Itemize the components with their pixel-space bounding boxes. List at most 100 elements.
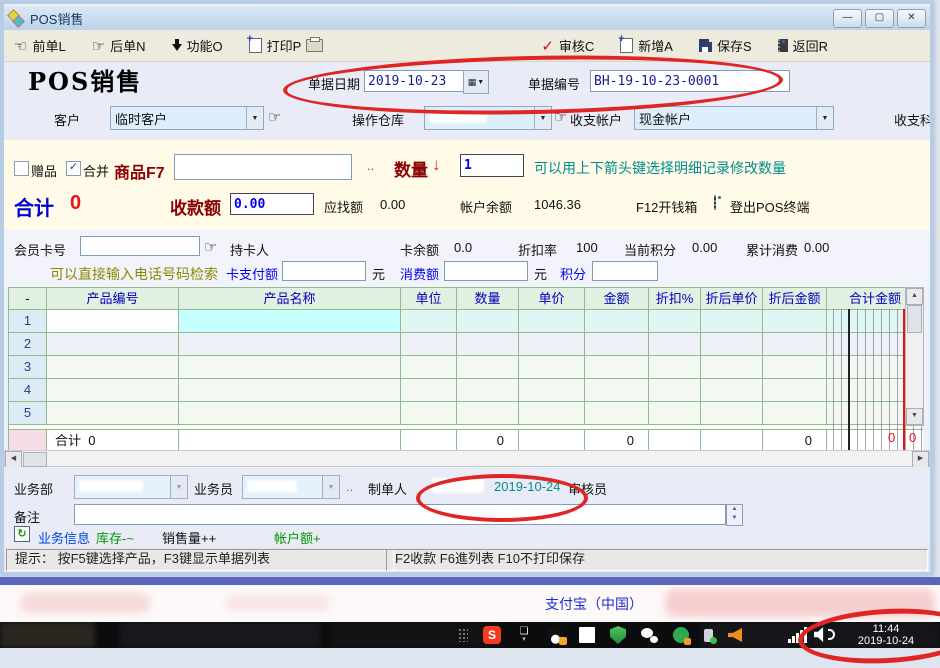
cell-disc-price[interactable] bbox=[701, 379, 763, 402]
warehouse-picker-hand-icon[interactable]: ☞ bbox=[554, 108, 567, 126]
spinner-down-icon[interactable]: ▼ bbox=[732, 515, 738, 521]
alipay-window-title[interactable]: 支付宝（中国） bbox=[545, 594, 643, 614]
chevron-down-icon[interactable]: ▼ bbox=[170, 476, 187, 498]
cell-unit[interactable] bbox=[401, 310, 457, 333]
chevron-down-icon[interactable]: ▼ bbox=[534, 107, 551, 129]
taskbar[interactable]: S ❏▾ 11:44 2019-10-24 bbox=[0, 622, 940, 648]
cell-unit[interactable] bbox=[401, 379, 457, 402]
calendar-dropdown-button[interactable]: ▦▼ bbox=[463, 70, 489, 94]
account-combo[interactable]: 现金帐户 ▼ bbox=[634, 106, 834, 130]
col-header-disc-amount[interactable]: 折后金额 bbox=[763, 288, 827, 310]
table-row[interactable]: 1 bbox=[9, 310, 923, 333]
sogou-input-icon[interactable]: S bbox=[483, 626, 501, 644]
cell-unit[interactable] bbox=[401, 356, 457, 379]
cell-qty[interactable] bbox=[457, 310, 519, 333]
cell-product-no[interactable] bbox=[47, 356, 179, 379]
cell-unit[interactable] bbox=[401, 333, 457, 356]
card-pay-input[interactable] bbox=[282, 261, 366, 281]
save-button[interactable]: 保存S bbox=[699, 36, 752, 55]
title-bar[interactable]: POS销售 — ▢ ✕ bbox=[4, 6, 930, 30]
close-button[interactable]: ✕ bbox=[897, 9, 926, 28]
salesman-combo[interactable]: ▼ bbox=[242, 475, 340, 499]
table-row[interactable]: 5 bbox=[9, 402, 923, 425]
orange-speaker-icon[interactable] bbox=[728, 628, 742, 642]
cell-disc-price[interactable] bbox=[701, 310, 763, 333]
dept-combo[interactable]: ▼ bbox=[74, 475, 188, 499]
col-header-disc-price[interactable]: 折后单价 bbox=[701, 288, 763, 310]
cell-product-no[interactable] bbox=[47, 333, 179, 356]
antivirus-lock-icon[interactable] bbox=[673, 627, 689, 643]
table-vertical-scrollbar[interactable]: ▲ ▼ bbox=[905, 287, 924, 426]
doc-date-input[interactable] bbox=[364, 70, 464, 92]
col-header-discount[interactable]: 折扣% bbox=[649, 288, 701, 310]
scroll-left-button[interactable]: ◀ bbox=[5, 451, 22, 468]
salesman-more-dots[interactable]: .. bbox=[346, 479, 353, 494]
cell-discount[interactable] bbox=[649, 310, 701, 333]
member-card-input[interactable] bbox=[80, 236, 200, 256]
cell-disc-amount[interactable] bbox=[763, 356, 827, 379]
cell-disc-amount[interactable] bbox=[763, 402, 827, 425]
network-signal-icon[interactable] bbox=[788, 627, 810, 643]
chevron-down-icon[interactable]: ▼ bbox=[246, 107, 263, 129]
table-row[interactable]: 3 bbox=[9, 356, 923, 379]
cell-product-no[interactable] bbox=[47, 310, 179, 333]
col-header-qty[interactable]: 数量 bbox=[457, 288, 519, 310]
functions-button[interactable]: 功能O bbox=[172, 36, 223, 55]
cell-disc-amount[interactable] bbox=[763, 379, 827, 402]
table-row[interactable]: 4 bbox=[9, 379, 923, 402]
points-input[interactable] bbox=[592, 261, 658, 281]
col-header-product-no[interactable]: 产品编号 bbox=[47, 288, 179, 310]
cell-disc-price[interactable] bbox=[701, 333, 763, 356]
print-button[interactable]: 打印P bbox=[249, 36, 324, 55]
col-header-price[interactable]: 单价 bbox=[519, 288, 585, 310]
scroll-right-button[interactable]: ▶ bbox=[912, 451, 929, 468]
cell-price[interactable] bbox=[519, 402, 585, 425]
cell-disc-price[interactable] bbox=[701, 356, 763, 379]
next-doc-button[interactable]: ☞ 后单N bbox=[92, 36, 146, 55]
cell-amount[interactable] bbox=[585, 310, 649, 333]
customer-picker-hand-icon[interactable]: ☞ bbox=[268, 108, 281, 126]
warehouse-combo[interactable]: ▼ bbox=[424, 106, 552, 130]
cell-product-name[interactable] bbox=[179, 379, 401, 402]
cell-discount[interactable] bbox=[649, 402, 701, 425]
cell-qty[interactable] bbox=[457, 379, 519, 402]
consume-input[interactable] bbox=[444, 261, 528, 281]
new-button[interactable]: 新增A bbox=[620, 36, 673, 55]
cell-product-name[interactable] bbox=[179, 402, 401, 425]
cell-discount[interactable] bbox=[649, 333, 701, 356]
prev-doc-button[interactable]: ☜ 前单L bbox=[14, 36, 66, 55]
cell-qty[interactable] bbox=[457, 402, 519, 425]
chevron-down-icon[interactable]: ▼ bbox=[816, 107, 833, 129]
cell-disc-price[interactable] bbox=[701, 402, 763, 425]
security-shield-icon[interactable] bbox=[610, 626, 626, 644]
table-horizontal-scrollbar[interactable]: ◀ ▶ bbox=[4, 450, 930, 467]
alipay-window-strip[interactable]: 支付宝（中国） bbox=[0, 585, 940, 622]
merge-checkbox[interactable]: ✓ bbox=[66, 161, 81, 176]
cell-disc-amount[interactable] bbox=[763, 333, 827, 356]
cell-unit[interactable] bbox=[401, 402, 457, 425]
col-header-amount[interactable]: 金额 bbox=[585, 288, 649, 310]
scroll-down-button[interactable]: ▼ bbox=[906, 408, 923, 425]
product-input[interactable] bbox=[174, 154, 352, 180]
cell-qty[interactable] bbox=[457, 356, 519, 379]
printer-icon[interactable] bbox=[306, 39, 323, 52]
col-header-marker[interactable]: - bbox=[9, 288, 47, 310]
taskbar-clock[interactable]: 11:44 2019-10-24 bbox=[844, 623, 928, 647]
cell-product-name[interactable] bbox=[179, 310, 401, 333]
col-header-unit[interactable]: 单位 bbox=[401, 288, 457, 310]
minimize-button[interactable]: — bbox=[833, 9, 862, 28]
cell-amount[interactable] bbox=[585, 356, 649, 379]
chevron-down-icon[interactable]: ▼ bbox=[322, 476, 339, 498]
customer-combo[interactable]: 临时客户 ▼ bbox=[110, 106, 264, 130]
maximize-button[interactable]: ▢ bbox=[865, 9, 894, 28]
audit-button[interactable]: ✓ 审核C bbox=[541, 36, 594, 55]
cell-qty[interactable] bbox=[457, 333, 519, 356]
qty-input[interactable] bbox=[460, 154, 524, 177]
remark-spinner[interactable]: ▲▼ bbox=[726, 504, 743, 526]
cell-amount[interactable] bbox=[585, 402, 649, 425]
cell-discount[interactable] bbox=[649, 356, 701, 379]
white-app-icon[interactable] bbox=[579, 627, 595, 643]
spinner-up-icon[interactable]: ▲ bbox=[732, 506, 738, 512]
cell-price[interactable] bbox=[519, 379, 585, 402]
vscroll-thumb[interactable] bbox=[907, 305, 922, 333]
